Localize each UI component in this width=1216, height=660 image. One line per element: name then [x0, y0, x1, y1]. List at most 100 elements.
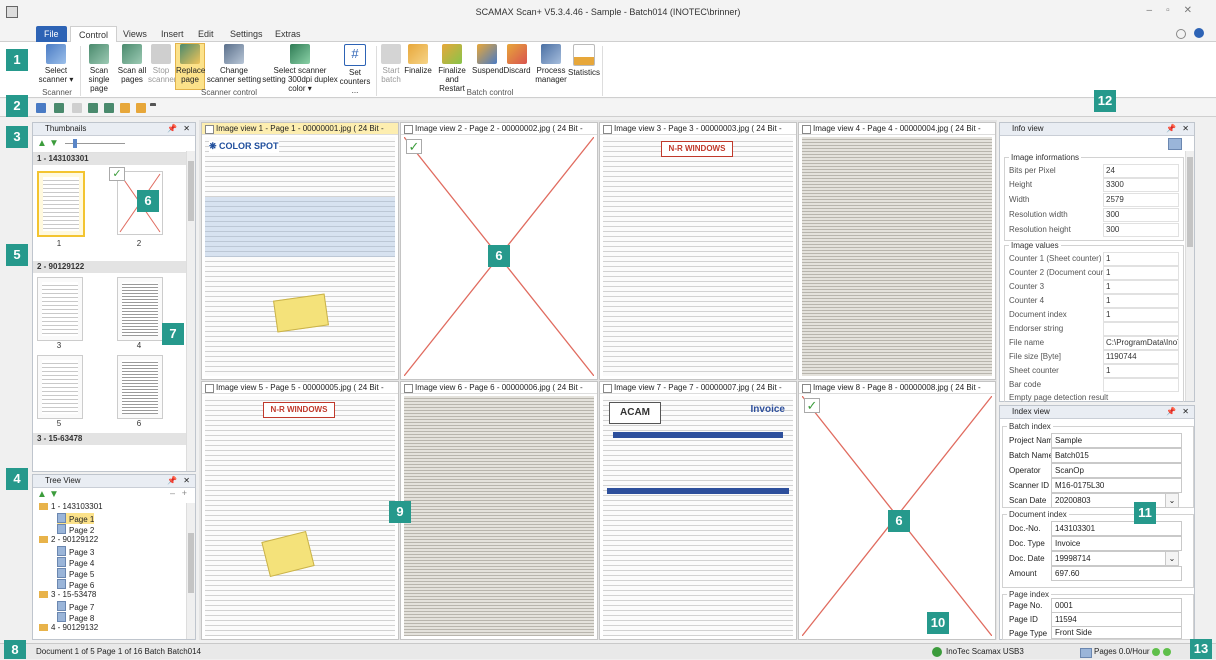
change-scanner-setting-button[interactable]: Change scanner setting: [206, 44, 262, 84]
discard-button[interactable]: Discard: [503, 44, 531, 75]
thumbnails-scrollbar[interactable]: [186, 151, 195, 471]
minimize-icon[interactable]: –: [1147, 5, 1167, 16]
thumbnail-page-1[interactable]: [37, 171, 85, 237]
thumbnail-page-3[interactable]: [37, 277, 83, 341]
thumbnail-label: 3: [56, 341, 62, 350]
operator-field[interactable]: ScanOp: [1051, 463, 1182, 478]
image-view-7[interactable]: Image view 7 - Page 7 - 00000007.jpg ( 2…: [599, 381, 797, 640]
chevron-down-icon[interactable]: ⌄: [1165, 493, 1179, 508]
arrow-down-icon[interactable]: ▼: [49, 138, 59, 149]
pin-icon[interactable]: 📌: [167, 123, 177, 135]
tab-file[interactable]: File: [36, 26, 67, 42]
info-scrollbar[interactable]: [1185, 151, 1194, 401]
page-no-field[interactable]: 0001: [1051, 598, 1182, 613]
arrow-down-icon[interactable]: ▼: [49, 489, 59, 500]
replace-page-button[interactable]: Replace page: [175, 43, 205, 90]
scan-single-page-button[interactable]: Scan single page: [82, 44, 116, 93]
doc-no-field[interactable]: 143103301: [1051, 521, 1182, 536]
maximize-icon[interactable]: ▫: [1166, 5, 1184, 16]
image-views-area: Image view 1 - Page 1 - 00000001.jpg ( 2…: [199, 120, 997, 640]
tree-item-page-8[interactable]: Page 8: [57, 612, 94, 623]
scanner-icon[interactable]: [36, 103, 46, 113]
checkbox[interactable]: [404, 125, 413, 134]
chevron-down-icon[interactable]: ⌄: [1165, 551, 1179, 566]
zoom-slider-handle[interactable]: [73, 139, 77, 148]
discard-icon[interactable]: [136, 103, 146, 113]
tree-item-page-2[interactable]: Page 2: [57, 524, 94, 535]
batch-name-field[interactable]: Batch015: [1051, 448, 1182, 463]
window-controls[interactable]: –▫✕: [1147, 5, 1207, 16]
checkbox[interactable]: [603, 384, 612, 393]
pin-icon[interactable]: 📌: [1166, 406, 1176, 418]
pin-icon[interactable]: 📌: [167, 475, 177, 487]
image-view-3[interactable]: Image view 3 - Page 3 - 00000003.jpg ( 2…: [599, 122, 797, 380]
finalize-icon[interactable]: [120, 103, 130, 113]
close-icon[interactable]: ✕: [1182, 406, 1189, 418]
close-icon[interactable]: ✕: [183, 475, 190, 487]
page-type-field[interactable]: Front Side: [1051, 626, 1182, 639]
scan-all-icon[interactable]: [88, 103, 98, 113]
tab-extras[interactable]: Extras: [267, 26, 309, 42]
close-icon[interactable]: ✕: [1182, 123, 1189, 135]
finalize-restart-button[interactable]: Finalize and Restart: [433, 44, 471, 93]
tree-item-page-6[interactable]: Page 6: [57, 579, 94, 590]
finalize-button[interactable]: Finalize: [404, 44, 432, 75]
thumbnail-page-5[interactable]: [37, 355, 83, 419]
tree-scrollbar[interactable]: [186, 503, 195, 639]
checkbox[interactable]: [603, 125, 612, 134]
tree-item-doc-2[interactable]: 2 - 90129122: [39, 535, 98, 544]
arrow-up-icon[interactable]: ▲: [37, 489, 47, 500]
tree-item-doc-1[interactable]: 1 - 143103301: [39, 502, 103, 511]
callout-badge: 6: [137, 190, 159, 212]
checkbox[interactable]: [802, 125, 811, 134]
statistics-button[interactable]: Statistics: [568, 44, 600, 77]
tree-item-page-1[interactable]: Page 1: [57, 513, 95, 524]
select-scanner-button[interactable]: Select scanner ▾: [34, 44, 78, 84]
thumbnail-page-4[interactable]: [117, 277, 163, 341]
checkbox[interactable]: [205, 125, 214, 134]
scan-all-pages-button[interactable]: Scan all pages: [117, 44, 147, 84]
project-name-field[interactable]: Sample: [1051, 433, 1182, 448]
tab-views[interactable]: Views: [115, 26, 155, 42]
image-view-5[interactable]: Image view 5 - Page 5 - 00000005.jpg ( 2…: [201, 381, 399, 640]
tab-settings[interactable]: Settings: [222, 26, 271, 42]
scanner-id-field[interactable]: M16-0175L30: [1051, 478, 1182, 493]
suspend-button[interactable]: Suspend: [472, 44, 504, 75]
doc-type-field[interactable]: Invoice: [1051, 536, 1182, 551]
collapse-all-icon[interactable]: –: [170, 488, 175, 498]
customize-dropdown-icon[interactable]: [150, 103, 156, 116]
close-icon[interactable]: ✕: [1184, 5, 1206, 16]
tree-item-page-7[interactable]: Page 7: [57, 601, 94, 612]
image-view-1[interactable]: Image view 1 - Page 1 - 00000001.jpg ( 2…: [201, 122, 399, 380]
doc-date-field[interactable]: 19998714: [1051, 551, 1166, 566]
collapse-ribbon-icon[interactable]: [1176, 29, 1186, 39]
start-batch-button[interactable]: Start batch: [380, 44, 402, 84]
scan-icon[interactable]: [54, 103, 64, 113]
close-icon[interactable]: ✕: [183, 123, 190, 135]
tab-insert[interactable]: Insert: [153, 26, 192, 42]
amount-field[interactable]: 697.60: [1051, 566, 1182, 581]
tree-item-page-3[interactable]: Page 3: [57, 546, 94, 557]
page-id-field[interactable]: 11594: [1051, 612, 1182, 627]
image-view-6[interactable]: Image view 6 - Page 6 - 00000006.jpg ( 2…: [400, 381, 598, 640]
copy-icon[interactable]: [1168, 138, 1182, 150]
tree-item-doc-4[interactable]: 4 - 90129132: [39, 623, 98, 632]
arrow-up-icon[interactable]: ▲: [37, 138, 47, 149]
help-icon[interactable]: [1194, 28, 1204, 38]
select-scanner-setting-button[interactable]: Select scanner setting 300dpi duplex col…: [262, 44, 338, 93]
replace-icon[interactable]: [104, 103, 114, 113]
expand-all-icon[interactable]: +: [182, 488, 187, 498]
pin-icon[interactable]: 📌: [1166, 123, 1176, 135]
image-view-4[interactable]: Image view 4 - Page 4 - 00000004.jpg ( 2…: [798, 122, 996, 380]
stop-icon[interactable]: [72, 103, 82, 113]
process-manager-button[interactable]: Process manager: [534, 44, 568, 84]
checkbox[interactable]: [802, 384, 811, 393]
tree-item-page-5[interactable]: Page 5: [57, 568, 94, 579]
tree-item-page-4[interactable]: Page 4: [57, 557, 94, 568]
checkbox[interactable]: [205, 384, 214, 393]
thumbnail-page-6[interactable]: [117, 355, 163, 419]
checkbox[interactable]: [404, 384, 413, 393]
tree-item-doc-3[interactable]: 3 - 15-53478: [39, 590, 96, 599]
tab-edit[interactable]: Edit: [190, 26, 222, 42]
stop-scanner-button[interactable]: Stop scanner: [148, 44, 176, 84]
